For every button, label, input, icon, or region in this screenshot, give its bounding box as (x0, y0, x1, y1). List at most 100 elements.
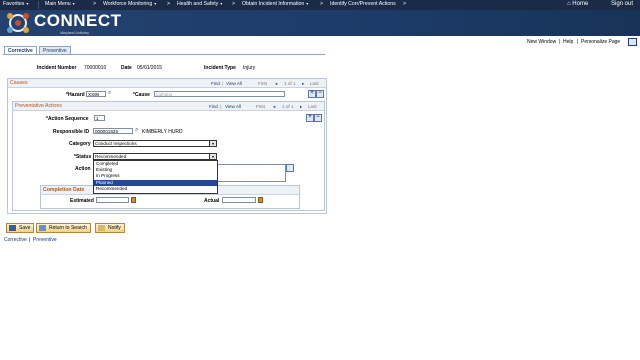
status-select-value: Recommended (95, 154, 127, 159)
preventative-next-icon[interactable]: ▸ (300, 104, 302, 110)
responsible-id-label: Responsible ID (53, 129, 90, 135)
breadcrumb-separator: > (320, 1, 324, 7)
responsible-lookup-icon[interactable]: ⌕ (135, 127, 138, 134)
breadcrumb-obtain-incident-info[interactable]: Obtain Incident Information ▾ (242, 1, 308, 7)
footer-separator: | (29, 237, 31, 243)
causes-title: Causes (10, 80, 28, 86)
causes-first-link[interactable]: First (258, 81, 267, 86)
causes-delete-row-icon[interactable]: − (316, 90, 324, 98)
preventative-first-link[interactable]: First (256, 104, 265, 109)
action-label: Action (75, 166, 91, 172)
incident-type-value: Injury (243, 65, 256, 71)
return-to-search-button[interactable]: Return to Search (36, 223, 91, 233)
hazard-lookup-icon[interactable]: ⌕ (108, 90, 111, 97)
notify-icon (98, 225, 105, 231)
actual-label: Actual (204, 198, 220, 204)
return-icon (39, 225, 46, 231)
causes-last-link[interactable]: Last (310, 81, 319, 86)
preventative-add-row-icon[interactable]: + (306, 114, 314, 122)
calendar-icon[interactable] (258, 197, 263, 203)
chevron-down-icon: ▾ (306, 1, 309, 6)
preventative-view-all-link[interactable]: View All (225, 104, 241, 109)
notify-button[interactable]: Notify (95, 223, 125, 233)
footer-link-preventive[interactable]: Preventive (33, 237, 57, 243)
chevron-down-icon: ▾ (209, 154, 216, 159)
status-option-recommended[interactable]: Recommended (94, 186, 217, 192)
causes-range: 1 of 1 (284, 81, 296, 86)
personalize-page-link[interactable]: Personalize Page (581, 39, 620, 45)
favorites-menu[interactable]: Favorites ▾ (3, 1, 28, 7)
status-label: *Status (74, 154, 92, 160)
incident-number-value: 70000010 (84, 65, 107, 71)
chevron-down-icon: ▾ (220, 1, 223, 6)
date-label: Date (121, 65, 132, 71)
chevron-down-icon: ▾ (209, 141, 216, 146)
home-icon: ⌂ (567, 1, 571, 7)
category-select[interactable]: Conduct Inspections ▾ (93, 140, 217, 147)
calendar-icon[interactable] (131, 197, 136, 203)
incident-number-label: Incident Number (37, 65, 77, 71)
estimated-label: Estimated (70, 198, 94, 204)
estimated-date-input[interactable] (96, 197, 129, 203)
incident-type-label: Incident Type (204, 65, 236, 71)
breadcrumb-separator: > (167, 1, 171, 7)
breadcrumb-workforce-monitoring[interactable]: Workforce Monitoring ▾ (103, 1, 156, 7)
link-separator: | (577, 39, 579, 45)
category-label: Category (69, 141, 91, 147)
footer-link-corrective[interactable]: Corrective (4, 237, 27, 243)
preventative-title: Preventative Actions (15, 103, 63, 109)
causes-next-icon[interactable]: ▸ (302, 81, 304, 87)
hazard-label: *Hazard (66, 92, 85, 98)
action-sequence-input[interactable]: 1 (94, 115, 105, 121)
chevron-down-icon: ▾ (72, 1, 75, 6)
breadcrumb-health-and-safety[interactable]: Health and Safety ▾ (177, 1, 222, 7)
logo-wordmark: CONNECT (34, 11, 122, 30)
link-separator: | (559, 39, 561, 45)
preventative-delete-row-icon[interactable]: − (314, 114, 322, 122)
breadcrumb-separator: > (403, 1, 407, 7)
causes-prev-icon[interactable]: ◂ (275, 81, 277, 87)
sign-out-link[interactable]: Sign out (611, 1, 633, 7)
breadcrumb-separator: > (232, 1, 236, 7)
date-value: 05/01/2015 (137, 65, 163, 71)
cause-input[interactable]: Lighting (154, 91, 285, 97)
breadcrumb-identify-corr-prevent-actions[interactable]: Identify Corr/Prevent Actions (330, 1, 396, 7)
responsible-name: KIMBERLY HURD (142, 129, 183, 135)
help-link[interactable]: Help (563, 39, 573, 45)
status-dropdown-list: Completed Existing In Progress Planned R… (93, 160, 218, 194)
causes-header (8, 79, 326, 88)
banner: CONNECT Maryland Judiciary (0, 10, 640, 36)
preventative-find-link[interactable]: Find (209, 104, 218, 109)
actual-date-input[interactable] (222, 197, 256, 203)
status-select[interactable]: Recommended ▾ (93, 153, 217, 160)
home-link[interactable]: ⌂ Home (567, 1, 588, 7)
hazard-input[interactable]: XS90 (86, 91, 106, 97)
causes-view-all-link[interactable]: View All (226, 81, 242, 86)
menu-divider (38, 1, 39, 9)
save-button[interactable]: Save (6, 223, 35, 233)
nav-separator: | (222, 81, 224, 86)
main-menu[interactable]: Main Menu ▾ (45, 1, 75, 7)
preventative-last-link[interactable]: Last (308, 104, 317, 109)
causes-find-link[interactable]: Find (211, 81, 220, 86)
responsible-id-input[interactable]: 000001825 (93, 128, 133, 134)
completion-date-title: Completion Date (43, 187, 85, 193)
menu-bar: Favorites ▾ Main Menu ▾ > Workforce Monito… (0, 0, 640, 10)
causes-add-row-icon[interactable]: + (308, 90, 316, 98)
chevron-down-icon: ▾ (26, 1, 29, 6)
tab-divider (3, 54, 325, 55)
save-icon (9, 225, 16, 231)
chevron-down-icon: ▾ (154, 1, 157, 6)
action-sequence-label: *Action Sequence (46, 116, 89, 122)
cause-label: *Cause (133, 92, 150, 98)
logo-subtitle: Maryland Judiciary (60, 31, 90, 35)
logo-icon (7, 13, 29, 33)
category-select-value: Conduct Inspections (95, 141, 137, 146)
nav-separator: | (220, 104, 222, 109)
spellcheck-icon[interactable] (286, 164, 294, 172)
preventative-prev-icon[interactable]: ◂ (273, 104, 275, 110)
page-info-icon[interactable] (628, 38, 637, 46)
new-window-link[interactable]: New Window (527, 39, 556, 45)
breadcrumb-separator: > (93, 1, 97, 7)
preventative-range: 1 of 1 (282, 104, 294, 109)
